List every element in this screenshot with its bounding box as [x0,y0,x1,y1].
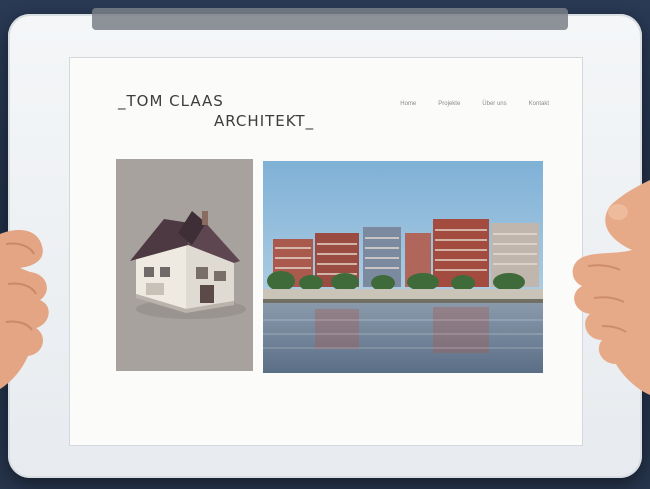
waterfront-buildings-image [263,161,543,373]
nav-item-ueber-uns[interactable]: Über uns [482,101,506,107]
nav-item-projekte[interactable]: Projekte [438,101,460,107]
waterfront-photo-panel[interactable] [263,161,543,373]
tablet-top-edge [92,8,568,30]
house-render-panel[interactable] [116,159,253,371]
left-hand-image [0,230,49,389]
logo-line-1: _TOM CLAAS [118,92,224,110]
main-nav: Home Projekte Über uns Kontakt [400,101,549,107]
right-hand-image [572,180,650,395]
nav-item-home[interactable]: Home [400,101,416,107]
house-render-image [116,159,253,371]
nav-item-kontakt[interactable]: Kontakt [529,101,549,107]
site-logo[interactable]: _TOM CLAAS ARCHITEKT_ [118,91,314,131]
logo-line-2: ARCHITEKT_ [214,112,315,130]
tablet-screen: _TOM CLAAS ARCHITEKT_ Home Projekte Über… [69,57,583,446]
